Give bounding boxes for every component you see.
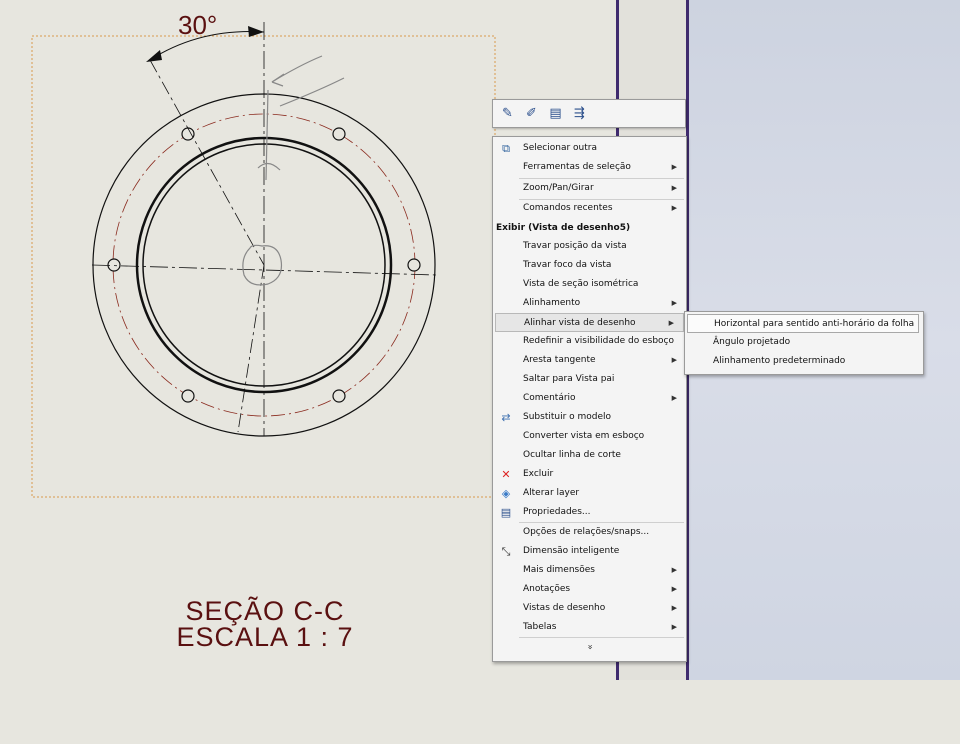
submenu-arrow-icon: ▶ — [671, 299, 677, 307]
menu-item-redefinir-visibilidade[interactable]: Redefinir a visibilidade do esboço — [493, 332, 686, 351]
menu-item-substituir-modelo[interactable]: ⇄ Substituir o modelo — [493, 408, 686, 427]
layers-icon[interactable]: ▤ — [547, 105, 564, 122]
menu-item-converter-vista[interactable]: Converter vista em esboço — [493, 427, 686, 446]
submenu-arrow-icon: ▶ — [671, 566, 677, 574]
menu-item-vista-secao-isometrica[interactable]: Vista de seção isométrica — [493, 275, 686, 294]
section-line — [237, 264, 265, 433]
submenu-item-horizontal-anti-horario[interactable]: Horizontal para sentido anti-horário da … — [687, 314, 919, 333]
angle-dimension-label: 30° — [178, 10, 217, 40]
layer-icon: ◈ — [501, 487, 511, 500]
menu-item-comentario[interactable]: Comentário ▶ — [493, 389, 686, 408]
scale-caption: ESCALA 1 : 7 — [176, 622, 354, 652]
menu-item-aresta-tangente[interactable]: Aresta tangente ▶ — [493, 351, 686, 370]
edit-sketch-icon[interactable]: ✐ — [523, 105, 540, 122]
menu-item-alterar-layer[interactable]: ◈ Alterar layer — [493, 484, 686, 503]
menu-item-alinhar-vista[interactable]: Alinhar vista de desenho ▶ — [495, 313, 684, 332]
submenu-arrow-icon: ▶ — [671, 356, 677, 364]
menu-item-alinhamento[interactable]: Alinhamento ▶ — [493, 294, 686, 313]
submenu-arrow-icon: ▶ — [671, 585, 677, 593]
menu-item-propriedades[interactable]: ▤ Propriedades... — [493, 503, 686, 522]
arrow-right — [248, 26, 264, 37]
submenu-item-angulo-projetado[interactable]: Ângulo projetado — [685, 333, 923, 352]
open-part-icon[interactable]: ✎ — [499, 105, 516, 122]
expand-menu-icon[interactable]: » — [585, 551, 595, 744]
menu-item-excluir[interactable]: ✕ Excluir — [493, 465, 686, 484]
menu-item-zoom-pan-girar[interactable]: Zoom/Pan/Girar ▶ — [493, 179, 686, 198]
menu-item-travar-posicao[interactable]: Travar posição da vista — [493, 237, 686, 256]
menu-item-selecionar-outra[interactable]: ⧉ Selecionar outra — [493, 139, 686, 158]
menu-section-title: Exibir (Vista de desenho5) — [496, 223, 631, 233]
submenu-arrow-icon: ▶ — [671, 163, 677, 171]
replace-model-icon: ⇄ — [501, 411, 511, 424]
delete-icon: ✕ — [501, 468, 511, 481]
arrow-left — [146, 50, 162, 62]
submenu-item-alinhamento-predeterminado[interactable]: Alinhamento predeterminado — [685, 352, 923, 371]
menu-item-opcoes-relacoes[interactable]: Opções de relações/snaps... — [493, 523, 686, 542]
smart-dimension-icon: ⤡ — [501, 545, 511, 558]
menu-item-saltar-vista-pai[interactable]: Saltar para Vista pai — [493, 370, 686, 389]
align-icon[interactable]: ⇶ — [571, 105, 588, 122]
freehand-sketch — [242, 55, 345, 286]
submenu-arrow-icon: ▶ — [671, 184, 677, 192]
menu-item-ocultar-linha-corte[interactable]: Ocultar linha de corte — [493, 446, 686, 465]
menu-separator — [519, 637, 684, 638]
properties-icon: ▤ — [500, 506, 512, 519]
angled-centerline — [149, 59, 265, 266]
align-view-submenu: Horizontal para sentido anti-horário da … — [684, 311, 924, 375]
context-toolbar: ✎ ✐ ▤ ⇶ — [492, 99, 686, 128]
submenu-arrow-icon: ▶ — [671, 204, 677, 212]
submenu-arrow-icon: ▶ — [671, 394, 677, 402]
menu-item-comandos-recentes[interactable]: Comandos recentes ▶ — [493, 199, 686, 218]
select-other-icon: ⧉ — [502, 142, 510, 155]
menu-item-travar-foco[interactable]: Travar foco da vista — [493, 256, 686, 275]
submenu-arrow-icon: ▶ — [668, 319, 674, 327]
submenu-arrow-icon: ▶ — [671, 623, 677, 631]
submenu-arrow-icon: ▶ — [671, 604, 677, 612]
context-menu: ⧉ Selecionar outra Ferramentas de seleçã… — [492, 136, 687, 662]
menu-item-ferramentas-selecao[interactable]: Ferramentas de seleção ▶ — [493, 158, 686, 177]
